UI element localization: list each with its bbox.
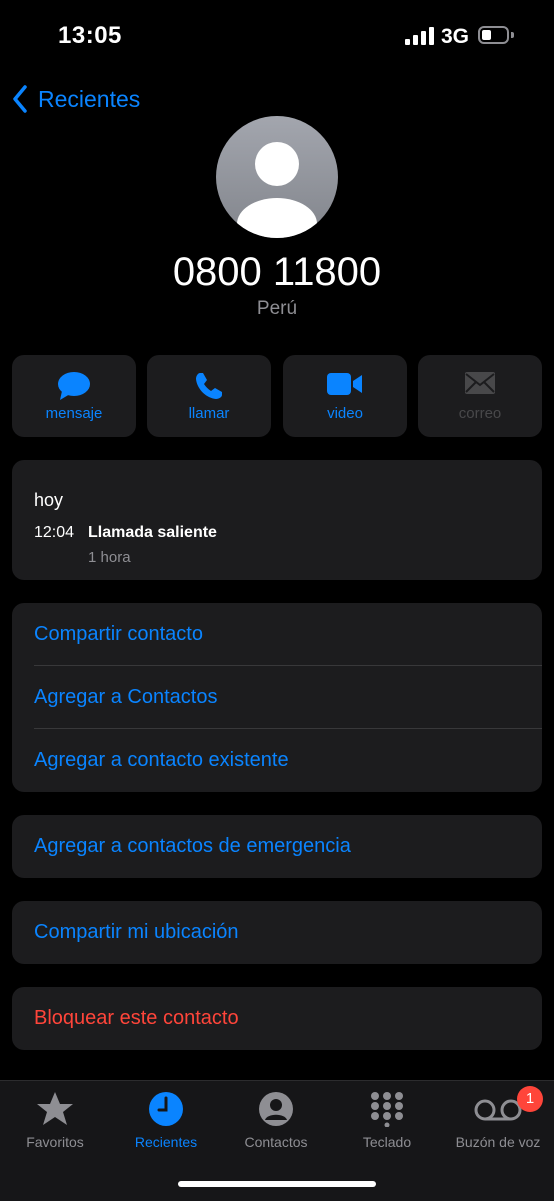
history-day: hoy [34, 490, 64, 510]
contact-country: Perú [256, 298, 298, 319]
status-bar: 13:05 3G [0, 0, 554, 70]
message-label: mensaje [45, 405, 103, 422]
video-label: video [327, 405, 363, 422]
contact-avatar [216, 116, 338, 238]
tab-recientes[interactable]: Recientes [111, 1081, 221, 1161]
network-type: 3G [441, 25, 470, 48]
tab-label: Contactos [244, 1134, 308, 1150]
add-emergency-contact-button[interactable]: Agregar a contactos de emergencia [12, 815, 542, 878]
person-silhouette-icon [237, 142, 317, 238]
person-circle-icon [259, 1092, 293, 1126]
block-card: Bloquear este contacto [12, 987, 542, 1050]
phone-icon [196, 373, 222, 399]
tab-favoritos[interactable]: Favoritos [0, 1081, 110, 1161]
battery-level [482, 30, 491, 40]
contact-options-card: Compartir contacto Agregar a Contactos A… [12, 603, 542, 792]
mail-envelope-icon [465, 372, 495, 394]
voicemail-icon [474, 1099, 522, 1121]
message-bubble-icon [58, 372, 90, 400]
call-history-card: hoy 12:04 Llamada saliente 1 hora [12, 460, 542, 580]
add-to-contacts-button[interactable]: Agregar a Contactos [12, 666, 542, 729]
contact-number: 0800 11800 [172, 250, 382, 294]
video-camera-icon [327, 373, 362, 395]
tab-label: Buzón de voz [455, 1134, 541, 1150]
home-indicator[interactable] [178, 1181, 376, 1187]
star-icon [37, 1092, 73, 1125]
history-duration: 1 hora [88, 549, 131, 566]
clock-icon [149, 1092, 183, 1126]
tab-label: Teclado [362, 1134, 412, 1150]
back-label: Recientes [38, 85, 141, 112]
back-button[interactable]: Recientes [12, 82, 140, 116]
voicemail-badge: 1 [517, 1086, 543, 1112]
mail-label: correo [458, 405, 502, 422]
keypad-icon [371, 1092, 403, 1127]
emergency-card: Agregar a contactos de emergencia [12, 815, 542, 878]
call-label: llamar [188, 405, 230, 422]
signal-bars-icon [405, 27, 434, 45]
call-button[interactable]: llamar [147, 355, 271, 437]
battery-icon [478, 26, 509, 44]
tab-label: Favoritos [26, 1134, 84, 1150]
block-contact-button[interactable]: Bloquear este contacto [12, 987, 542, 1050]
message-button[interactable]: mensaje [12, 355, 136, 437]
history-time: 12:04 [34, 524, 75, 541]
tab-teclado[interactable]: Teclado [332, 1081, 442, 1161]
video-button[interactable]: video [283, 355, 407, 437]
tab-contactos[interactable]: Contactos [221, 1081, 331, 1161]
history-call-type: Llamada saliente [88, 524, 217, 541]
mail-button[interactable]: correo [418, 355, 542, 437]
share-location-button[interactable]: Compartir mi ubicación [12, 901, 542, 964]
share-contact-button[interactable]: Compartir contacto [12, 603, 542, 666]
share-location-card: Compartir mi ubicación [12, 901, 542, 964]
chevron-left-icon [13, 85, 27, 113]
add-to-existing-contact-button[interactable]: Agregar a contacto existente [12, 729, 542, 792]
status-time: 13:05 [58, 22, 122, 49]
tab-label: Recientes [134, 1134, 198, 1150]
